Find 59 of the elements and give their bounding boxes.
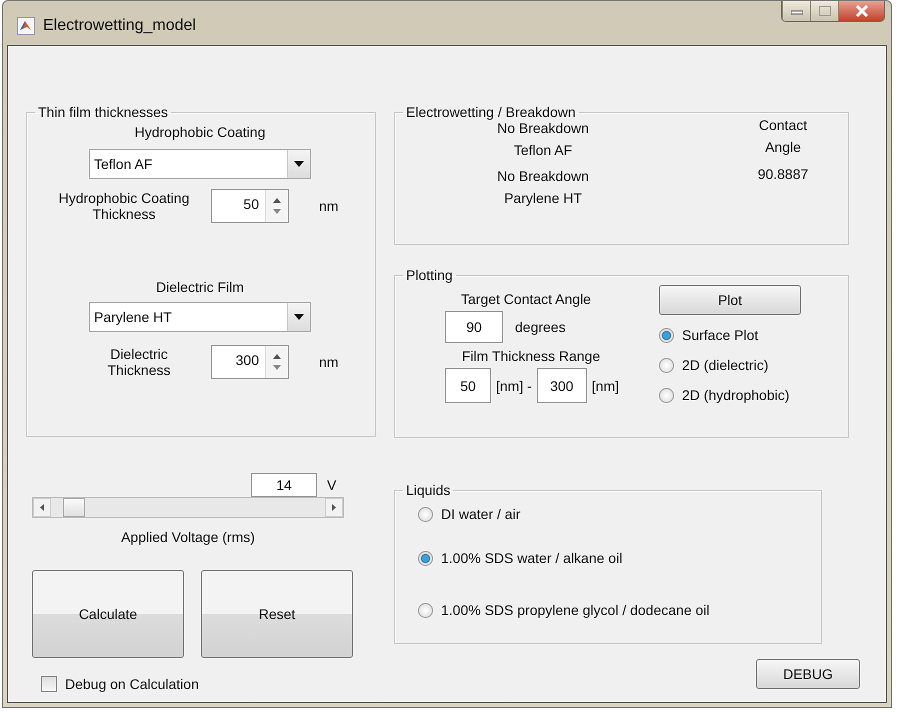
- dropdown[interactable]: Parylene HT: [89, 302, 311, 332]
- panel-title: Plotting: [405, 267, 454, 283]
- plot-type-radio[interactable]: Surface Plot: [659, 327, 801, 343]
- field-label: Film Thickness Range: [460, 348, 602, 364]
- liquid-radio[interactable]: DI water / air: [418, 506, 821, 522]
- status-text: Teflon AF: [512, 142, 574, 158]
- debug-checkbox[interactable]: Debug on Calculation: [41, 676, 376, 692]
- close-icon: [854, 5, 868, 17]
- field-label: Target Contact Angle: [460, 291, 592, 307]
- range-from-field[interactable]: 50: [445, 368, 491, 403]
- close-button[interactable]: [838, 1, 884, 21]
- panel-title: Liquids: [405, 482, 452, 498]
- unit-label: nm: [319, 198, 338, 214]
- unit-label: V: [327, 477, 336, 493]
- voltage-field[interactable]: 14: [251, 473, 317, 497]
- window-title: Electrowetting_model: [43, 17, 196, 35]
- scroll-right-icon[interactable]: [325, 498, 343, 517]
- number-spinner[interactable]: 50: [211, 189, 289, 223]
- spin-down-icon[interactable]: [273, 209, 281, 214]
- scroll-bar[interactable]: [32, 497, 344, 518]
- field-label: Hydrophobic Coating: [134, 124, 266, 140]
- plot-type-radio[interactable]: 2D (hydrophobic): [659, 387, 801, 403]
- plot-button[interactable]: Plot: [659, 285, 801, 315]
- status-text: No Breakdown: [496, 120, 590, 136]
- app-logo-icon: [17, 17, 35, 35]
- action-button[interactable]: Reset: [201, 570, 353, 658]
- panel-title: Electrowetting / Breakdown: [405, 104, 577, 120]
- scroll-left-icon[interactable]: [33, 498, 51, 517]
- number-spinner[interactable]: 300: [211, 345, 289, 379]
- unit-label: nm: [319, 354, 338, 370]
- liquid-radio[interactable]: 1.00% SDS water / alkane oil: [418, 550, 821, 566]
- contact-angle-label: Contact Angle: [758, 116, 808, 157]
- unit-label: degrees: [515, 319, 566, 335]
- field-label: Hydrophobic Coating Thickness: [58, 190, 190, 222]
- action-button[interactable]: Calculate: [32, 570, 184, 658]
- slider-thumb[interactable]: [63, 498, 85, 517]
- field-label: Dielectric Film: [155, 279, 245, 295]
- caret-icon: [294, 161, 304, 167]
- contact-angle-value: 90.8887: [758, 166, 808, 182]
- slider-label: Applied Voltage (rms): [120, 529, 256, 545]
- maximize-button[interactable]: [810, 1, 838, 21]
- panel-title: Thin film thicknesses: [37, 104, 169, 120]
- minimize-button[interactable]: [782, 1, 810, 21]
- liquid-radio[interactable]: 1.00% SDS propylene glycol / dodecane oil: [418, 602, 821, 618]
- field-label: Dielectric Thickness: [106, 346, 172, 378]
- debug-button[interactable]: DEBUG: [756, 659, 860, 689]
- status-text: No Breakdown: [496, 168, 590, 184]
- unit-label: [nm]: [592, 378, 620, 394]
- caret-icon: [294, 314, 304, 320]
- target-angle-field[interactable]: 90: [445, 311, 503, 343]
- status-text: Parylene HT: [503, 190, 583, 206]
- unit-label: [nm] -: [496, 378, 532, 394]
- maximize-icon: [818, 6, 830, 16]
- spin-up-icon[interactable]: [273, 198, 281, 203]
- plot-type-radio[interactable]: 2D (dielectric): [659, 357, 801, 373]
- range-to-field[interactable]: 300: [536, 368, 587, 403]
- spin-up-icon[interactable]: [273, 354, 281, 359]
- spin-down-icon[interactable]: [273, 365, 281, 370]
- dropdown[interactable]: Teflon AF: [89, 149, 311, 179]
